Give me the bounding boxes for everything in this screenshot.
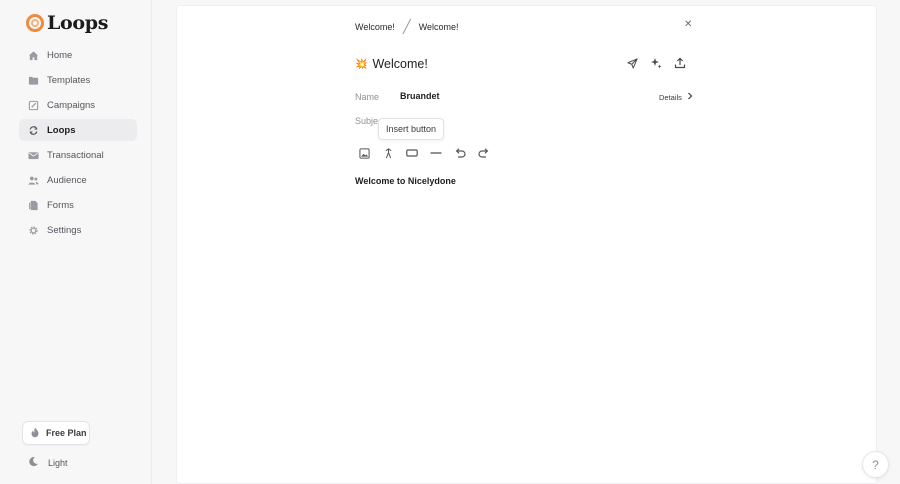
title-emoji: 💥 — [355, 58, 368, 70]
undo-icon[interactable] — [454, 147, 466, 159]
gear-icon — [28, 225, 39, 236]
sidebar-item-audience[interactable]: Audience — [19, 169, 137, 191]
name-value[interactable]: Bruandet — [400, 91, 440, 101]
mail-icon — [28, 150, 39, 161]
plan-label: Free Plan — [46, 428, 87, 438]
pencil-icon — [28, 100, 39, 111]
send-test-icon[interactable] — [626, 57, 638, 69]
theme-label: Light — [48, 457, 68, 468]
flame-icon — [30, 427, 40, 440]
sidebar-item-label: Settings — [47, 224, 82, 236]
theme-toggle[interactable]: Light — [28, 456, 68, 469]
component-icon[interactable] — [382, 147, 394, 159]
refresh-icon — [28, 125, 39, 136]
users-icon — [28, 175, 39, 186]
sidebar-item-templates[interactable]: Templates — [19, 69, 137, 91]
moon-icon — [28, 456, 39, 469]
help-button[interactable]: ? — [862, 451, 889, 478]
title-actions — [626, 57, 686, 69]
email-body-text[interactable]: Welcome to Nicelydone — [355, 176, 456, 186]
forms-icon — [28, 200, 39, 211]
sidebar-item-label: Transactional — [47, 149, 104, 161]
sidebar-item-label: Templates — [47, 74, 91, 86]
page-title: 💥 Welcome! — [355, 57, 428, 71]
breadcrumb-email[interactable]: Welcome! — [419, 22, 459, 32]
chevron-right-icon — [687, 92, 693, 102]
breadcrumb: Welcome! ╱ Welcome! — [355, 19, 459, 35]
editor-toolbar — [358, 147, 490, 159]
sidebar-item-label: Home — [47, 49, 73, 61]
details-button[interactable]: Details — [659, 92, 693, 102]
sidebar-item-transactional[interactable]: Transactional — [19, 144, 137, 166]
name-label: Name — [355, 92, 380, 102]
sidebar-nav: Home Templates Campaigns Loops Transacti… — [19, 44, 137, 244]
redo-icon[interactable] — [478, 147, 490, 159]
details-label: Details — [659, 92, 682, 102]
sidebar-item-label: Forms — [47, 199, 74, 211]
free-plan-button[interactable]: Free Plan — [22, 421, 90, 445]
divider-icon[interactable] — [430, 147, 442, 159]
sidebar-item-loops[interactable]: Loops — [19, 119, 137, 141]
sidebar-item-label: Audience — [47, 174, 87, 186]
loops-logo-icon — [26, 14, 44, 32]
sidebar-item-home[interactable]: Home — [19, 44, 137, 66]
home-icon — [28, 50, 39, 61]
title-text[interactable]: Welcome! — [372, 57, 427, 71]
breadcrumb-separator: ╱ — [402, 19, 411, 34]
upload-icon[interactable] — [674, 57, 686, 69]
sidebar-item-label: Campaigns — [47, 99, 96, 111]
breadcrumb-loop[interactable]: Welcome! — [355, 22, 395, 32]
tooltip: Insert button — [378, 118, 445, 140]
image-icon[interactable] — [358, 147, 370, 159]
button-icon[interactable] — [406, 147, 418, 159]
logo[interactable]: Loops — [26, 12, 108, 34]
sparkles-icon[interactable] — [650, 57, 662, 69]
sidebar-item-settings[interactable]: Settings — [19, 219, 137, 241]
close-icon[interactable]: ✕ — [684, 19, 692, 30]
logo-text: Loops — [47, 12, 109, 34]
folder-icon — [28, 75, 39, 86]
sidebar: Loops Home Templates Campaigns Loops Tra… — [0, 0, 152, 484]
editor-panel: Welcome! ╱ Welcome! ✕ 💥 Welcome! Name Br… — [176, 5, 877, 484]
sidebar-item-label: Loops — [47, 124, 76, 136]
sidebar-item-forms[interactable]: Forms — [19, 194, 137, 216]
sidebar-item-campaigns[interactable]: Campaigns — [19, 94, 137, 116]
subject-label: Subje — [355, 116, 379, 126]
